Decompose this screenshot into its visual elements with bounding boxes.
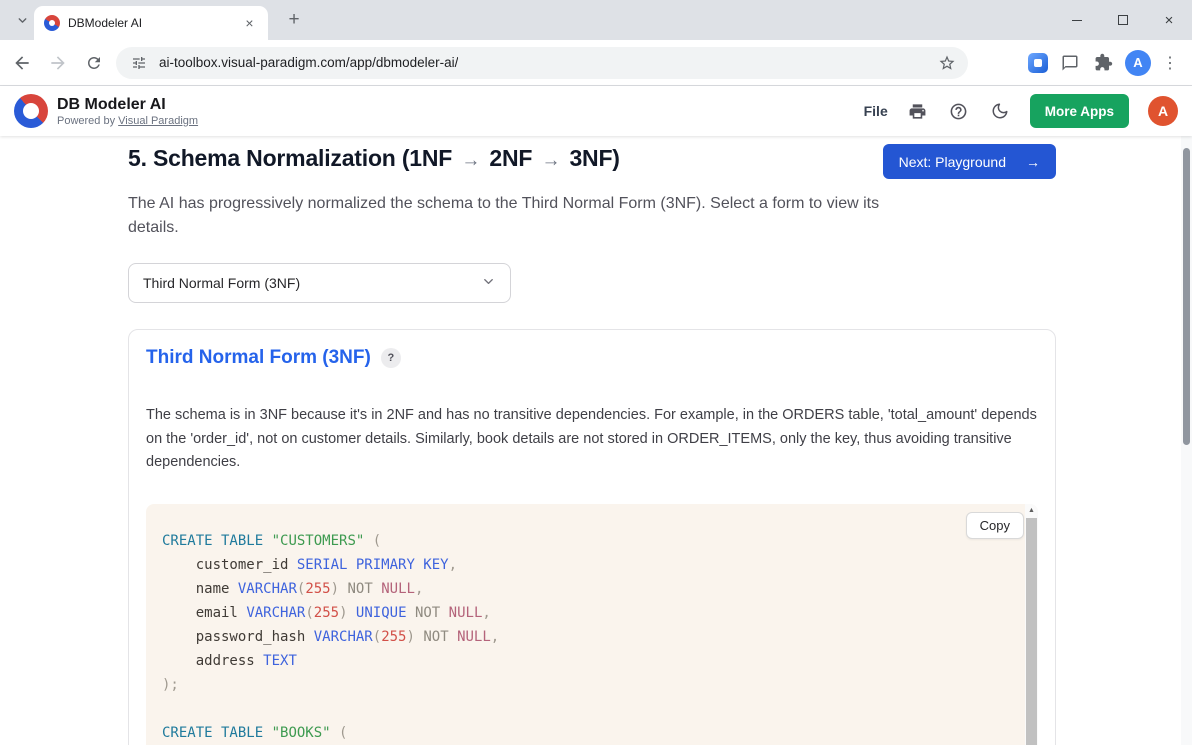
app-subtitle: Powered by Visual Paradigm (57, 114, 198, 128)
extensions-puzzle-icon[interactable] (1092, 52, 1114, 74)
section-title-2nf: 2NF (489, 145, 532, 171)
arrow-right-icon: → (1026, 154, 1040, 170)
sql-code-block: CREATE TABLE "CUSTOMERS" ( customer_id S… (146, 504, 1038, 745)
dark-mode-moon-icon[interactable] (989, 100, 1011, 122)
minimize-icon (1072, 20, 1082, 21)
reload-button[interactable] (80, 49, 108, 77)
select-value: Third Normal Form (3NF) (143, 275, 300, 291)
browser-tab[interactable]: DBModeler AI × (34, 6, 268, 40)
tab-search-chevron-icon[interactable] (10, 8, 34, 32)
card-title: Third Normal Form (3NF) (146, 347, 371, 369)
section-title: 5. Schema Normalization (1NF → 2NF → 3NF… (128, 143, 620, 176)
next-playground-label: Next: Playground (899, 154, 1006, 170)
normal-form-card: Third Normal Form (3NF) ? The schema is … (128, 329, 1056, 745)
scroll-up-icon[interactable]: ▲ (1025, 504, 1038, 517)
arrow-right-icon: → (461, 150, 480, 171)
site-settings-icon[interactable] (128, 52, 150, 74)
help-badge[interactable]: ? (381, 348, 401, 368)
maximize-icon (1118, 15, 1128, 25)
more-apps-button[interactable]: More Apps (1030, 94, 1129, 128)
page-scrollbar[interactable] (1181, 136, 1192, 745)
app-header: DB Modeler AI Powered by Visual Paradigm… (0, 86, 1192, 136)
bookmark-star-icon[interactable] (938, 54, 956, 72)
normal-form-select[interactable]: Third Normal Form (3NF) (128, 263, 511, 303)
copy-button[interactable]: Copy (966, 512, 1024, 539)
powered-by-text: Powered by (57, 115, 115, 127)
code-scrollbar-thumb[interactable] (1026, 518, 1037, 745)
app-logo-icon (14, 94, 48, 128)
section-description: The AI has progressively normalized the … (128, 192, 903, 239)
section-title-3nf: 3NF) (569, 145, 619, 171)
page-content: 5. Schema Normalization (1NF → 2NF → 3NF… (0, 136, 1192, 745)
tab-close-icon[interactable]: × (241, 15, 258, 32)
file-menu[interactable]: File (864, 103, 888, 119)
minimize-button[interactable] (1054, 0, 1100, 40)
app-header-actions: File More Apps A (864, 94, 1178, 128)
browser-menu-icon[interactable]: ⋮ (1162, 53, 1178, 73)
code-scrollbar[interactable]: ▲ (1025, 504, 1038, 745)
maximize-button[interactable] (1100, 0, 1146, 40)
url-text[interactable]: ai-toolbox.visual-paradigm.com/app/dbmod… (159, 55, 458, 70)
sql-code: CREATE TABLE "CUSTOMERS" ( customer_id S… (146, 504, 1038, 745)
app-title-block: DB Modeler AI Powered by Visual Paradigm (57, 95, 198, 128)
print-icon[interactable] (907, 100, 929, 122)
arrow-right-icon: → (541, 150, 560, 171)
next-playground-button[interactable]: Next: Playground → (883, 144, 1056, 179)
card-explanation: The schema is in 3NF because it's in 2NF… (146, 404, 1038, 475)
browser-tab-strip: DBModeler AI × + × (0, 0, 1192, 40)
back-button[interactable] (8, 49, 36, 77)
page-scrollbar-thumb[interactable] (1183, 148, 1190, 445)
chat-icon[interactable] (1059, 52, 1081, 74)
user-avatar[interactable]: A (1148, 96, 1178, 126)
app-title: DB Modeler AI (57, 95, 198, 114)
tab-title: DBModeler AI (68, 16, 233, 30)
visual-paradigm-link[interactable]: Visual Paradigm (118, 115, 198, 127)
new-tab-button[interactable]: + (282, 8, 306, 32)
section-title-prefix: 5. Schema Normalization (1NF (128, 145, 452, 171)
chevron-down-icon (481, 274, 496, 292)
forward-button[interactable] (44, 49, 72, 77)
window-close-button[interactable]: × (1146, 0, 1192, 40)
browser-profile-avatar[interactable]: A (1125, 50, 1151, 76)
address-bar[interactable]: ai-toolbox.visual-paradigm.com/app/dbmod… (116, 47, 968, 79)
pinned-extension-icon[interactable] (1028, 53, 1048, 73)
window-controls: × (1054, 0, 1192, 40)
browser-toolbar: ai-toolbox.visual-paradigm.com/app/dbmod… (0, 40, 1192, 86)
help-icon[interactable] (948, 100, 970, 122)
browser-window: DBModeler AI × + × ai-toolbox.visual-par… (0, 0, 1192, 745)
tab-favicon-icon (44, 15, 60, 31)
toolbar-right-icons: A ⋮ (1028, 50, 1178, 76)
